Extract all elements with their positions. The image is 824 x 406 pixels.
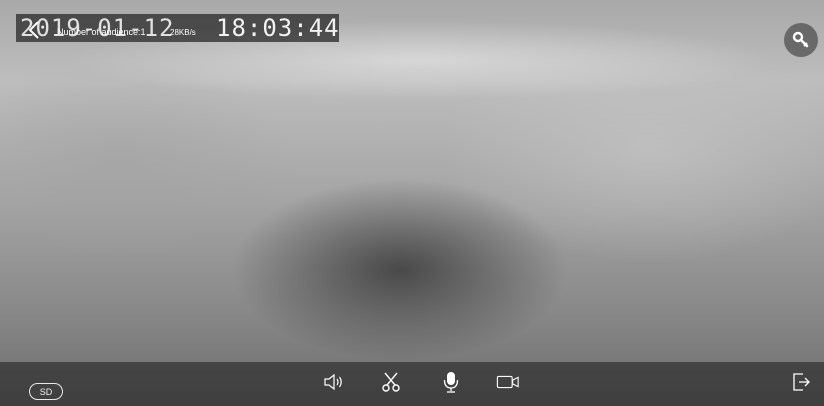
scissors-icon (382, 372, 400, 392)
wrench-icon (792, 31, 809, 48)
chevron-left-icon (28, 21, 39, 39)
exit-button[interactable] (789, 371, 813, 393)
network-speed: 28KB/s (170, 28, 196, 37)
video-camera-icon (496, 375, 519, 389)
record-button[interactable] (496, 371, 520, 393)
microphone-icon (443, 372, 459, 393)
audience-count: Number of audience:1 (57, 27, 146, 37)
bottom-toolbar (0, 362, 824, 406)
back-button[interactable] (26, 20, 42, 40)
osd-time: 18:03:44 (216, 14, 340, 42)
quality-toggle-button[interactable]: SD (29, 383, 63, 400)
snapshot-button[interactable] (379, 371, 403, 393)
speaker-icon (324, 373, 342, 391)
exit-icon (793, 373, 810, 391)
talk-button[interactable] (439, 371, 463, 393)
video-viewport (0, 0, 824, 406)
sound-button[interactable] (322, 371, 346, 393)
settings-button[interactable] (784, 23, 818, 57)
